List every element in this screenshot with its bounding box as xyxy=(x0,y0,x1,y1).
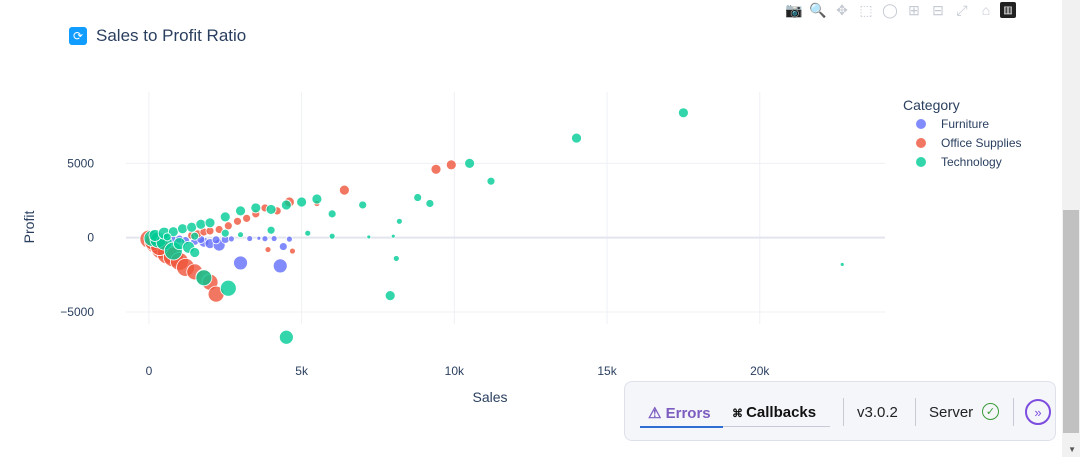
data-point-technology[interactable] xyxy=(189,247,201,258)
data-point-furniture[interactable] xyxy=(233,255,248,271)
data-point-technology[interactable] xyxy=(425,199,435,208)
data-point-technology[interactable] xyxy=(190,231,200,241)
data-point-technology[interactable] xyxy=(413,193,423,202)
data-point-technology[interactable] xyxy=(390,233,396,239)
server-status-ok-icon: ✓ xyxy=(982,403,999,420)
data-point-technology[interactable] xyxy=(266,225,276,235)
data-point-technology[interactable] xyxy=(366,234,372,240)
data-point-technology[interactable] xyxy=(162,232,172,242)
data-point-technology[interactable] xyxy=(296,196,308,208)
data-point-technology[interactable] xyxy=(839,262,845,267)
legend-marker[interactable] xyxy=(916,119,926,129)
legend-item-label[interactable]: Furniture xyxy=(941,117,989,131)
data-point-technology[interactable] xyxy=(186,221,198,233)
x-tick-label: 5k xyxy=(295,364,309,378)
x-tick-label: 20k xyxy=(750,364,770,378)
dash-devtools-bar: ⚠ Errors ⌘ Callbacks v3.0.2 Server ✓ » xyxy=(624,381,1056,441)
data-point-technology[interactable] xyxy=(219,279,237,297)
legend-marker[interactable] xyxy=(916,138,926,148)
x-axis-label: Sales xyxy=(472,389,507,405)
x-tick-label: 10k xyxy=(445,364,465,378)
data-point-office-supplies[interactable] xyxy=(242,213,252,223)
x-tick-label: 15k xyxy=(597,364,617,378)
active-tab-indicator xyxy=(640,426,723,428)
data-point-furniture[interactable] xyxy=(227,235,235,243)
data-point-furniture[interactable] xyxy=(270,235,278,242)
data-point-technology[interactable] xyxy=(280,199,292,211)
data-point-technology[interactable] xyxy=(464,157,476,169)
data-point-technology[interactable] xyxy=(384,290,396,302)
server-label: Server xyxy=(929,404,974,421)
data-point-technology[interactable] xyxy=(304,229,312,237)
y-axis-label: Profit xyxy=(21,211,37,244)
data-point-office-supplies[interactable] xyxy=(289,247,296,255)
data-point-technology[interactable] xyxy=(219,211,231,223)
legend: Category Furniture Office Supplies Technol… xyxy=(903,97,1022,169)
callbacks-tab[interactable]: ⌘ Callbacks xyxy=(732,404,816,421)
legend-marker[interactable] xyxy=(916,157,926,167)
legend-title: Category xyxy=(903,97,960,113)
x-tick-label: 0 xyxy=(146,364,153,378)
devtools-divider xyxy=(843,398,844,426)
data-point-technology[interactable] xyxy=(395,217,403,225)
data-point-furniture[interactable] xyxy=(211,235,221,245)
y-tick-label: 0 xyxy=(87,231,94,245)
data-point-technology[interactable] xyxy=(392,255,400,262)
data-point-office-supplies[interactable] xyxy=(430,163,442,175)
data-point-technology[interactable] xyxy=(328,232,336,240)
version-label: v3.0.2 xyxy=(857,404,898,421)
data-point-technology[interactable] xyxy=(220,228,230,238)
tab-divider xyxy=(723,426,830,427)
y-tick-label: −5000 xyxy=(60,305,94,319)
data-point-technology[interactable] xyxy=(204,217,216,229)
data-point-technology[interactable] xyxy=(250,202,262,214)
legend-item-label[interactable]: Office Supplies xyxy=(941,136,1022,150)
data-point-furniture[interactable] xyxy=(286,235,293,243)
data-point-technology[interactable] xyxy=(486,176,496,186)
scroll-down-arrow-icon[interactable]: ▼ xyxy=(1068,445,1076,454)
devtools-divider xyxy=(915,398,916,426)
y-tick-label: 5000 xyxy=(67,156,94,170)
data-point-technology[interactable] xyxy=(678,107,689,119)
data-point-technology[interactable] xyxy=(235,205,246,217)
data-point-office-supplies[interactable] xyxy=(338,184,350,196)
data-point-technology[interactable] xyxy=(237,231,244,239)
data-point-furniture[interactable] xyxy=(272,258,288,274)
callbacks-graph-icon: ⌘ xyxy=(732,408,747,420)
devtools-divider xyxy=(1013,398,1014,426)
data-point-furniture[interactable] xyxy=(256,235,262,241)
data-point-furniture[interactable] xyxy=(246,235,254,242)
data-point-technology[interactable] xyxy=(571,132,582,144)
data-point-technology[interactable] xyxy=(265,204,277,215)
data-point-technology[interactable] xyxy=(177,223,188,235)
data-point-office-supplies[interactable] xyxy=(445,159,457,171)
data-point-technology[interactable] xyxy=(278,329,294,345)
data-point-office-supplies[interactable] xyxy=(223,221,233,231)
data-points xyxy=(139,107,845,345)
data-point-furniture[interactable] xyxy=(278,242,288,251)
axis-ticks: 0 5k 10k 15k 20k −5000 0 5000 xyxy=(60,156,770,378)
data-point-technology[interactable] xyxy=(327,209,337,219)
legend-item-label[interactable]: Technology xyxy=(941,155,1002,169)
scrollbar-thumb[interactable] xyxy=(1063,210,1079,433)
data-point-office-supplies[interactable] xyxy=(264,246,272,253)
data-point-office-supplies[interactable] xyxy=(233,216,242,226)
data-point-furniture[interactable] xyxy=(261,235,269,243)
warning-icon: ⚠ xyxy=(648,405,666,422)
scatter-chart: 0 5k 10k 15k 20k −5000 0 5000 Sales Profit Cate… xyxy=(21,92,1022,405)
data-point-technology[interactable] xyxy=(195,218,207,230)
errors-tab[interactable]: ⚠ Errors xyxy=(648,404,711,422)
data-point-technology[interactable] xyxy=(311,193,323,205)
data-point-technology[interactable] xyxy=(195,269,213,287)
expand-devtools-button[interactable]: » xyxy=(1025,399,1051,425)
data-point-technology[interactable] xyxy=(358,200,368,210)
